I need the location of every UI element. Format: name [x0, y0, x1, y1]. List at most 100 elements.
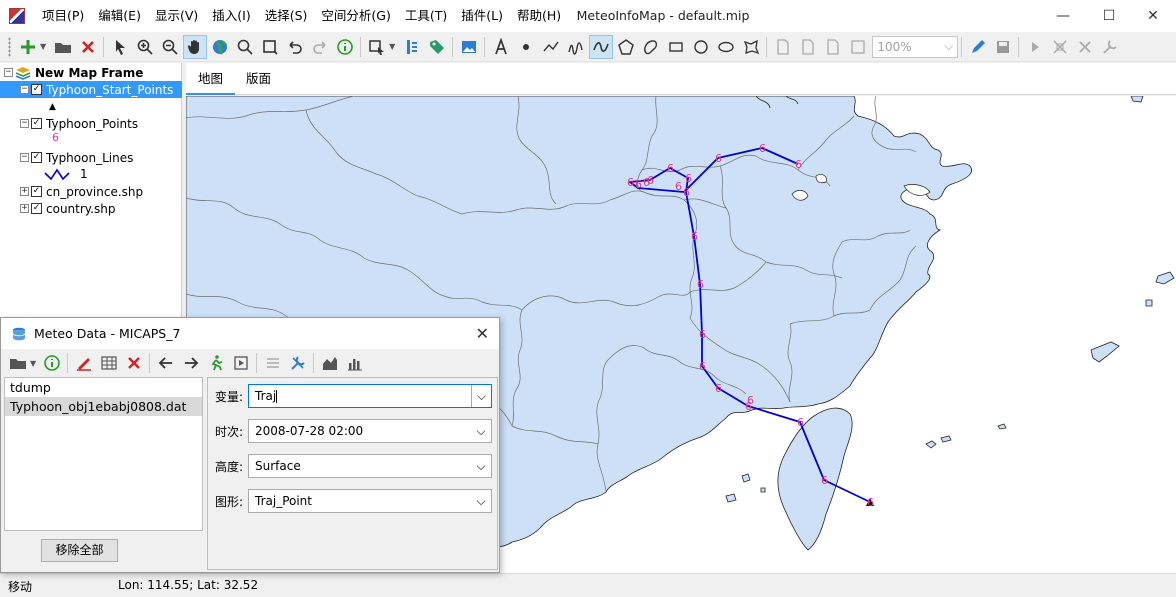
layer-row-country[interactable]: + ✓ country.shp	[20, 200, 115, 217]
freehand-polygon-icon[interactable]	[739, 35, 763, 59]
polyline-icon[interactable]	[539, 35, 563, 59]
arrow-icon[interactable]	[1023, 35, 1047, 59]
chevron-down-icon[interactable]: ⌵	[471, 420, 491, 442]
freehand-line-icon[interactable]	[564, 35, 588, 59]
chevron-down-icon[interactable]: ⌵	[471, 385, 491, 407]
chevron-down-icon[interactable]: ▼	[389, 42, 395, 51]
collapse-toggle[interactable]: −	[20, 119, 29, 128]
tools-icon[interactable]	[286, 351, 310, 375]
expand-toggle[interactable]: +	[20, 204, 29, 213]
table-icon[interactable]	[97, 351, 121, 375]
layer-visibility-checkbox[interactable]: ✓	[31, 84, 42, 95]
page-icon-3[interactable]	[821, 35, 845, 59]
curve-polygon-icon[interactable]	[639, 35, 663, 59]
curve-icon[interactable]	[588, 34, 613, 59]
layer-visibility-checkbox[interactable]: ✓	[31, 152, 42, 163]
menu-help[interactable]: 帮助(H)	[510, 0, 568, 32]
layer-row-cn-province[interactable]: + ✓ cn_province.shp	[20, 183, 143, 200]
open-folder-icon[interactable]	[6, 351, 30, 375]
expand-toggle[interactable]: +	[20, 187, 29, 196]
animate-runner-icon[interactable]	[204, 351, 228, 375]
menu-project[interactable]: 项目(P)	[35, 0, 91, 32]
layer-visibility-checkbox[interactable]: ✓	[31, 186, 42, 197]
select-rect-icon[interactable]	[258, 35, 282, 59]
time-combo[interactable]: 2008-07-28 02:00 ⌵	[248, 419, 492, 443]
chevron-down-icon[interactable]: ⌵	[944, 39, 953, 54]
tab-layout[interactable]: 版面	[234, 63, 283, 95]
forward-arrow-icon[interactable]	[179, 351, 203, 375]
tab-map[interactable]: 地图	[186, 63, 236, 95]
menu-view[interactable]: 显示(V)	[148, 0, 205, 32]
ellipse-icon[interactable]	[714, 35, 738, 59]
list-icon[interactable]	[261, 351, 285, 375]
chevron-down-icon[interactable]: ⌵	[471, 490, 491, 512]
search-icon[interactable]	[233, 35, 257, 59]
dialog-close-button[interactable]: ✕	[476, 324, 489, 343]
move-icon[interactable]	[1048, 35, 1072, 59]
page-icon-1[interactable]	[771, 35, 795, 59]
list-item[interactable]: Typhoon_obj1ebabj0808.dat	[5, 397, 202, 416]
add-layer-icon[interactable]	[16, 35, 40, 59]
menu-select[interactable]: 选择(S)	[258, 0, 315, 32]
map-frame-row[interactable]: − New Map Frame	[4, 64, 143, 81]
menu-spatial-analysis[interactable]: 空间分析(G)	[314, 0, 397, 32]
maximize-button[interactable]: ☐	[1086, 0, 1132, 32]
layer-row-typhoon-points[interactable]: − ✓ Typhoon_Points	[20, 115, 138, 132]
redo-icon[interactable]	[308, 35, 332, 59]
variable-combo[interactable]: Traj ⌵	[248, 384, 492, 408]
undo-icon[interactable]	[283, 35, 307, 59]
polygon-icon[interactable]	[614, 35, 638, 59]
layer-visibility-checkbox[interactable]: ✓	[31, 203, 42, 214]
chevron-down-icon[interactable]: ▼	[40, 42, 46, 51]
layer-row-typhoon-lines[interactable]: − ✓ Typhoon_Lines	[20, 149, 133, 166]
file-list[interactable]: tdump Typhoon_obj1ebabj0808.dat	[4, 377, 203, 531]
select-icon[interactable]	[108, 35, 132, 59]
pan-hand-icon[interactable]	[182, 34, 207, 59]
menu-insert[interactable]: 插入(I)	[205, 0, 257, 32]
layer-visibility-checkbox[interactable]: ✓	[31, 118, 42, 129]
zoom-combo[interactable]: 100% ⌵	[872, 35, 959, 58]
back-arrow-icon[interactable]	[154, 351, 178, 375]
image-icon[interactable]	[457, 35, 481, 59]
page-icon-4[interactable]	[846, 35, 870, 59]
toolbar-grip[interactable]	[8, 36, 11, 57]
dialog-titlebar[interactable]: Meteo Data - MICAPS_7 ✕	[1, 318, 499, 349]
rectangle-icon[interactable]	[664, 35, 688, 59]
point-icon[interactable]	[514, 35, 538, 59]
menu-edit[interactable]: 编辑(E)	[91, 0, 148, 32]
label-tag-icon[interactable]	[425, 35, 449, 59]
circle-icon[interactable]	[689, 35, 713, 59]
zoom-out-icon[interactable]	[158, 35, 182, 59]
settings-icon[interactable]	[1098, 35, 1122, 59]
legend-icon[interactable]	[400, 35, 424, 59]
graphic-combo[interactable]: Traj_Point ⌵	[248, 489, 492, 513]
area-chart-icon[interactable]	[318, 351, 342, 375]
remove-layer-icon[interactable]	[76, 35, 100, 59]
menu-tools[interactable]: 工具(T)	[398, 0, 454, 32]
page-icon-2[interactable]	[796, 35, 820, 59]
draw-line-icon[interactable]	[72, 351, 96, 375]
close-button[interactable]: ✕	[1130, 0, 1176, 32]
info-icon[interactable]	[40, 351, 64, 375]
minimize-button[interactable]: —	[1040, 0, 1086, 32]
list-item[interactable]: tdump	[5, 378, 202, 397]
text-icon[interactable]	[489, 35, 513, 59]
full-extent-globe-icon[interactable]	[208, 35, 232, 59]
edit-pen-icon[interactable]	[966, 35, 990, 59]
zoom-in-icon[interactable]	[133, 35, 157, 59]
open-folder-icon[interactable]	[51, 35, 75, 59]
save-icon[interactable]	[991, 35, 1015, 59]
collapse-toggle[interactable]: −	[20, 153, 29, 162]
menu-plugins[interactable]: 插件(L)	[454, 0, 510, 32]
bar-chart-icon[interactable]	[343, 351, 367, 375]
collapse-toggle[interactable]: −	[20, 85, 29, 94]
layer-row-typhoon-start-points[interactable]: − ✓ Typhoon_Start_Points	[0, 81, 182, 98]
select-features-icon[interactable]	[365, 35, 389, 59]
identify-icon[interactable]	[333, 35, 357, 59]
play-frame-icon[interactable]	[229, 351, 253, 375]
chevron-down-icon[interactable]: ⌵	[471, 455, 491, 477]
collapse-toggle[interactable]: −	[4, 68, 13, 77]
remove-all-button[interactable]: 移除全部	[41, 539, 118, 562]
level-combo[interactable]: Surface ⌵	[248, 454, 492, 478]
cross-icon[interactable]	[1073, 35, 1097, 59]
